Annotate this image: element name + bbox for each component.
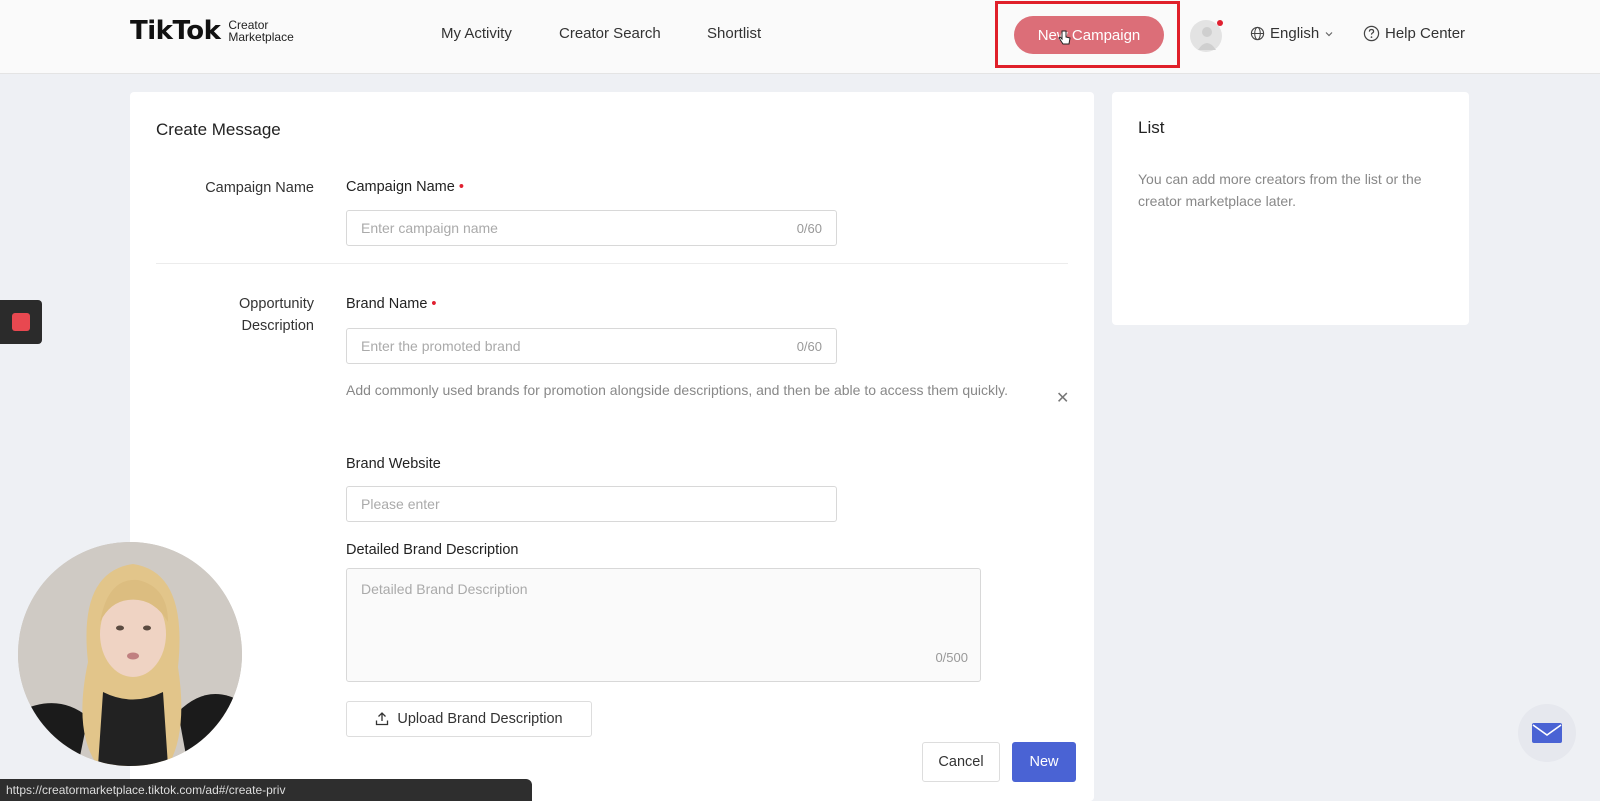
language-selector[interactable]: English <box>1250 25 1334 42</box>
cancel-button[interactable]: Cancel <box>922 742 1000 782</box>
upload-brand-description-button[interactable]: Upload Brand Description <box>346 701 592 737</box>
new-campaign-highlight <box>995 1 1180 68</box>
brand-name-placeholder: Enter the promoted brand <box>361 338 521 354</box>
globe-icon <box>1250 26 1265 41</box>
brand-name-label-text: Brand Name <box>346 296 428 312</box>
brand-name-input[interactable]: Enter the promoted brand 0/60 <box>346 328 837 364</box>
campaign-name-counter: 0/60 <box>796 220 822 236</box>
brand-description-textarea[interactable]: Detailed Brand Description 0/500 <box>346 568 981 682</box>
help-center-link[interactable]: Help Center <box>1363 25 1465 42</box>
new-button[interactable]: New <box>1012 742 1076 782</box>
nav-creator-search[interactable]: Creator Search <box>559 25 661 42</box>
campaign-section-label: Campaign Name <box>205 180 314 196</box>
logo-wordmark: TikTok <box>130 16 221 46</box>
chevron-down-icon <box>1325 31 1333 36</box>
logo-subtitle-line2: Marketplace <box>228 30 294 44</box>
brand-website-input[interactable]: Please enter <box>346 486 837 522</box>
list-description: You can add more creators from the list … <box>1138 171 1422 209</box>
help-center-label: Help Center <box>1385 25 1466 42</box>
opportunity-label-line2: Description <box>241 318 314 334</box>
list-title: List <box>1138 118 1165 137</box>
page-title: Create Message <box>156 120 281 139</box>
campaign-name-placeholder: Enter campaign name <box>361 220 498 236</box>
opportunity-label-line1: Opportunity <box>239 296 314 312</box>
top-navigation-bar: TikTok Creator Marketplace My Activity C… <box>0 0 1600 74</box>
envelope-icon <box>1532 723 1562 743</box>
nav-my-activity[interactable]: My Activity <box>441 25 512 42</box>
create-message-panel: Create Message Campaign Name Campaign Na… <box>130 92 1094 801</box>
brand-name-counter: 0/60 <box>796 338 822 354</box>
notification-dot <box>1217 20 1223 26</box>
tiktok-creator-marketplace-logo[interactable]: TikTok Creator Marketplace <box>130 16 294 46</box>
campaign-name-input[interactable]: Enter campaign name 0/60 <box>346 210 837 246</box>
webcam-overlay <box>18 542 242 766</box>
brand-description-label: Detailed Brand Description <box>346 542 519 558</box>
brand-website-placeholder: Please enter <box>361 496 440 512</box>
nav-shortlist[interactable]: Shortlist <box>707 25 761 42</box>
upload-icon <box>376 712 389 726</box>
screen-record-stop-button[interactable] <box>0 300 42 344</box>
browser-status-url: https://creatormarketplace.tiktok.com/ad… <box>0 779 532 801</box>
logo-subtitle: Creator Marketplace <box>228 19 293 43</box>
required-marker: • <box>431 296 437 312</box>
brand-hint-text: Add commonly used brands for promotion a… <box>346 382 1008 398</box>
required-marker: • <box>458 179 464 195</box>
message-float-button[interactable] <box>1518 704 1576 762</box>
campaign-name-field-label: Campaign Name • <box>346 179 464 195</box>
close-icon[interactable]: ✕ <box>1056 388 1069 408</box>
brand-description-placeholder: Detailed Brand Description <box>361 581 528 597</box>
stop-icon <box>12 313 30 331</box>
presenter-video-image <box>18 542 242 766</box>
language-label: English <box>1270 25 1320 42</box>
brand-website-label: Brand Website <box>346 456 441 472</box>
creator-list-panel: List You can add more creators from the … <box>1112 92 1469 325</box>
campaign-name-label-text: Campaign Name <box>346 179 455 195</box>
section-divider <box>156 263 1068 264</box>
opportunity-description-label: Opportunity Description <box>144 293 314 337</box>
brand-name-field-label: Brand Name • <box>346 296 436 312</box>
brand-description-counter: 0/500 <box>935 650 968 665</box>
question-circle-icon <box>1363 25 1380 42</box>
upload-button-label: Upload Brand Description <box>397 711 563 727</box>
